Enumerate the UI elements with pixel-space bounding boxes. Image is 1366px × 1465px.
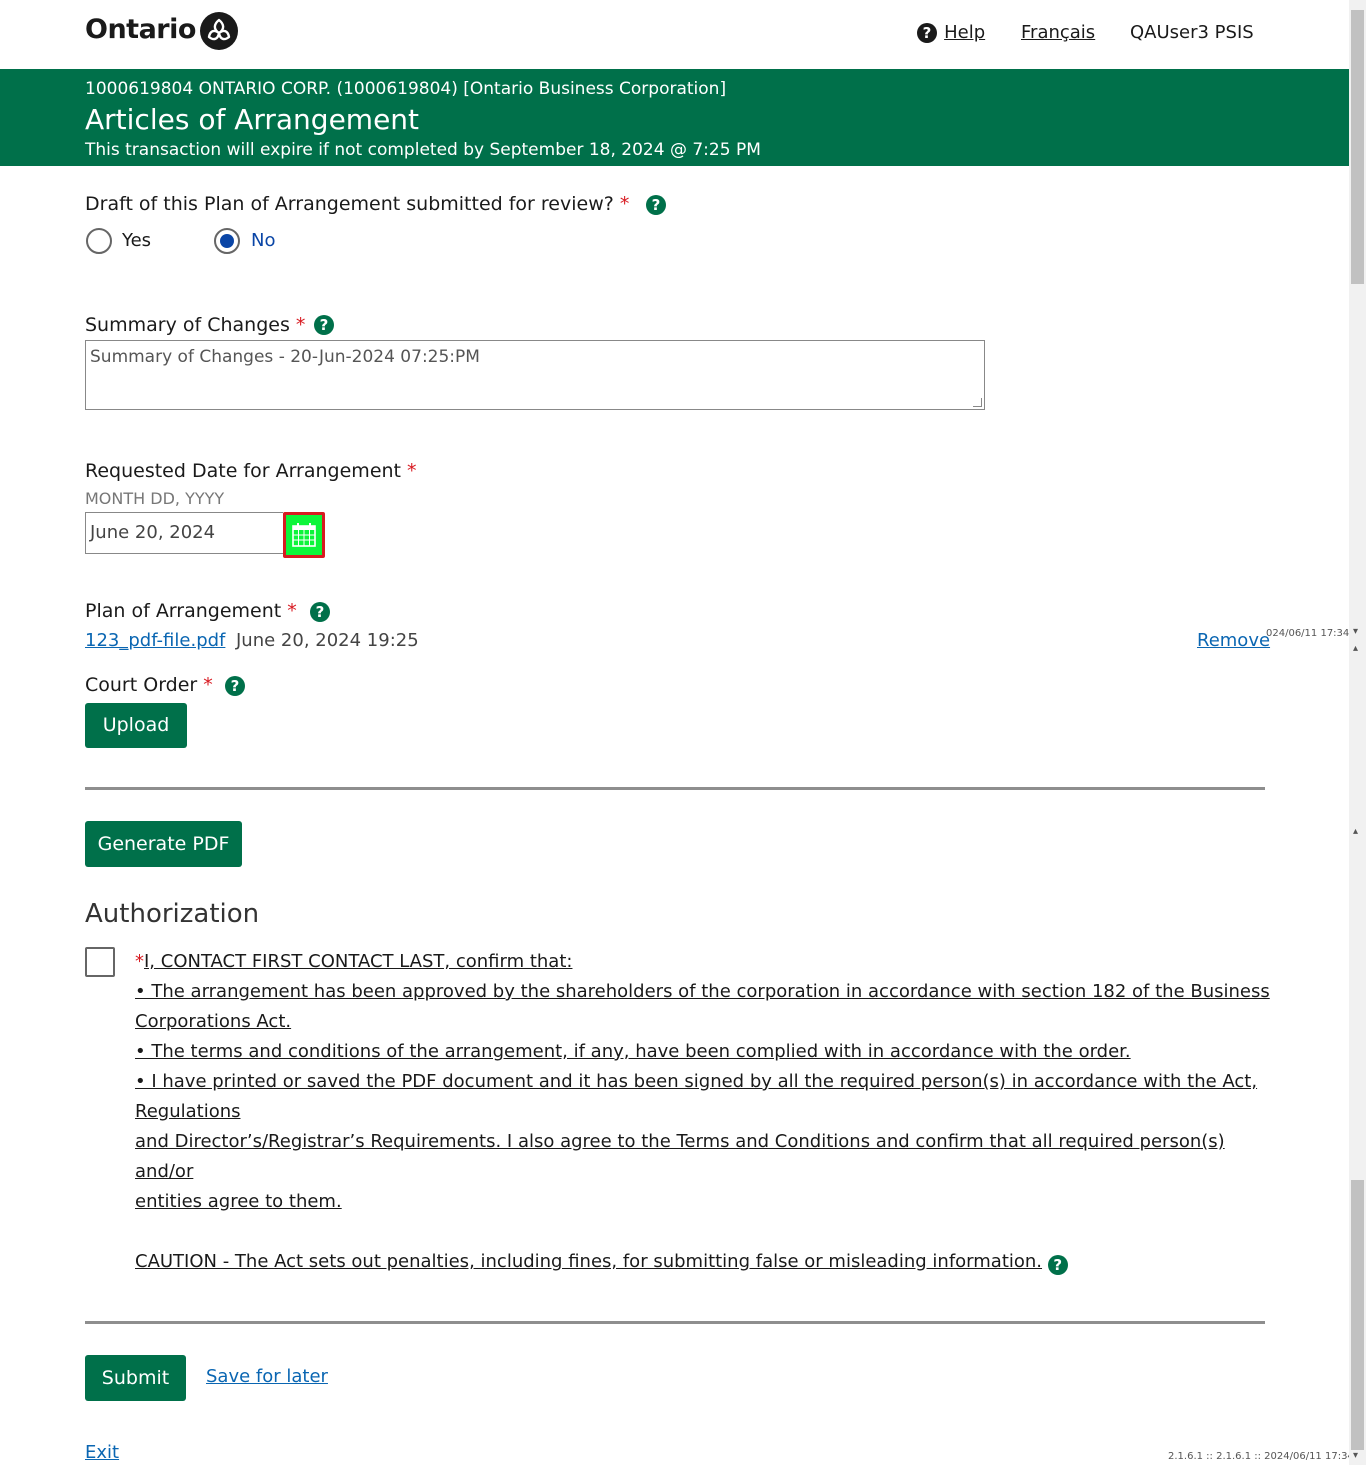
summary-textarea[interactable]: Summary of Changes - 20-Jun-2024 07:25:P… <box>85 340 985 410</box>
date-format-hint: MONTH DD, YYYY <box>85 489 225 508</box>
summary-help-icon[interactable]: ? <box>314 315 334 335</box>
scroll-down-arrow-icon[interactable]: ▾ <box>1353 1450 1358 1461</box>
court-order-label: Court Order * <box>85 674 213 696</box>
plan-help-icon[interactable]: ? <box>310 602 330 622</box>
help-link[interactable]: ? Help <box>917 22 985 43</box>
summary-value: Summary of Changes - 20-Jun-2024 07:25:P… <box>90 347 480 367</box>
scrollbar-thumb[interactable] <box>1351 1180 1364 1450</box>
help-label: Help <box>944 22 986 43</box>
required-asterisk: * <box>135 951 144 972</box>
help-icon: ? <box>917 23 937 43</box>
user-name[interactable]: QAUser3 PSIS <box>1130 22 1254 43</box>
draft-question-label: Draft of this Plan of Arrangement submit… <box>85 193 629 215</box>
draft-yes-label[interactable]: Yes <box>122 230 151 251</box>
remove-file-link[interactable]: Remove <box>1197 630 1270 651</box>
auth-line: Corporations Act. <box>135 1011 292 1032</box>
section-divider <box>85 1321 1265 1324</box>
trillium-logo-icon <box>200 12 238 50</box>
auth-line: and Director’s/Registrar’s Requirements.… <box>135 1131 1225 1182</box>
plan-file-date: June 20, 2024 19:25 <box>236 630 419 651</box>
auth-line: • The arrangement has been approved by t… <box>135 981 1270 1002</box>
resize-handle-icon[interactable] <box>973 398 982 407</box>
expiry-notice: This transaction will expire if not comp… <box>85 140 761 160</box>
side-timestamp: 024/06/11 17:34 <box>1266 628 1350 639</box>
version-string: 2.1.6.1 :: 2.1.6.1 :: 2024/06/11 17:34 <box>1168 1451 1354 1462</box>
authorization-statement[interactable]: *I, CONTACT FIRST CONTACT LAST, confirm … <box>135 947 1275 1277</box>
summary-label-text: Summary of Changes <box>85 314 290 336</box>
corporation-name: 1000619804 ONTARIO CORP. (1000619804) [O… <box>85 79 727 99</box>
draft-yes-radio[interactable] <box>86 228 112 254</box>
draft-question-text: Draft of this Plan of Arrangement submit… <box>85 193 614 215</box>
court-order-help-icon[interactable]: ? <box>225 676 245 696</box>
submit-button[interactable]: Submit <box>85 1355 186 1401</box>
caution-text: CAUTION - The Act sets out penalties, in… <box>135 1251 1043 1272</box>
scroll-down-arrow-icon[interactable]: ▾ <box>1353 626 1358 637</box>
plan-file-link[interactable]: 123_pdf-file.pdf <box>85 630 225 651</box>
scroll-up-arrow-icon[interactable]: ▴ <box>1353 643 1358 654</box>
page-title: Articles of Arrangement <box>85 103 420 136</box>
exit-link[interactable]: Exit <box>85 1442 119 1463</box>
scrollbar-thumb[interactable] <box>1351 10 1364 284</box>
calendar-icon <box>292 523 316 547</box>
page-banner: 1000619804 ONTARIO CORP. (1000619804) [O… <box>0 69 1349 166</box>
draft-no-radio[interactable] <box>214 228 240 254</box>
auth-line: I, CONTACT FIRST CONTACT LAST, confirm t… <box>144 951 573 972</box>
required-asterisk: * <box>295 314 306 336</box>
auth-line: • The terms and conditions of the arrang… <box>135 1041 1131 1062</box>
plan-label-text: Plan of Arrangement <box>85 600 282 622</box>
plan-label: Plan of Arrangement * <box>85 600 297 622</box>
ontario-logo-text[interactable]: Ontario <box>85 14 196 45</box>
upload-button[interactable]: Upload <box>85 703 187 748</box>
summary-label: Summary of Changes * <box>85 314 305 336</box>
court-order-label-text: Court Order <box>85 674 198 696</box>
generate-pdf-button[interactable]: Generate PDF <box>85 821 242 867</box>
caution-help-icon[interactable]: ? <box>1047 1255 1068 1275</box>
calendar-button[interactable] <box>283 512 325 558</box>
auth-line: • I have printed or saved the PDF docume… <box>135 1071 1258 1122</box>
draft-help-icon[interactable]: ? <box>646 195 666 215</box>
required-asterisk: * <box>203 674 213 696</box>
requested-date-label: Requested Date for Arrangement * <box>85 460 417 482</box>
draft-no-label[interactable]: No <box>251 230 275 251</box>
save-for-later-link[interactable]: Save for later <box>206 1366 328 1387</box>
required-asterisk: * <box>407 460 417 482</box>
required-asterisk: * <box>619 193 630 215</box>
section-divider <box>85 787 1265 790</box>
required-asterisk: * <box>287 600 297 622</box>
authorization-checkbox[interactable] <box>85 947 115 977</box>
scroll-up-arrow-icon[interactable]: ▴ <box>1353 826 1358 837</box>
authorization-heading: Authorization <box>85 899 260 929</box>
auth-line: entities agree to them. <box>135 1191 342 1212</box>
requested-date-label-text: Requested Date for Arrangement <box>85 460 401 482</box>
language-toggle-link[interactable]: Français <box>1021 22 1095 43</box>
requested-date-input[interactable]: June 20, 2024 <box>85 512 283 554</box>
